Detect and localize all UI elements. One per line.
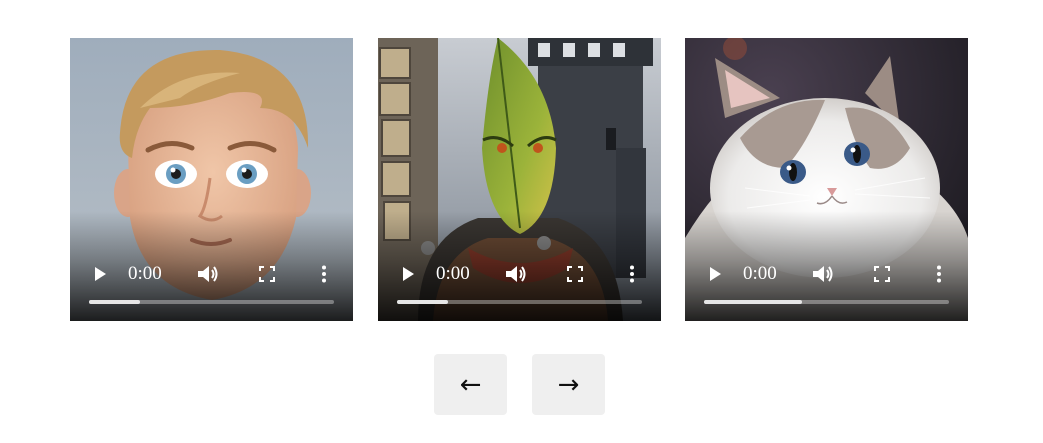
fullscreen-icon[interactable]	[874, 266, 890, 282]
play-icon[interactable]	[400, 266, 416, 282]
volume-icon[interactable]	[505, 264, 527, 284]
volume-icon[interactable]	[197, 264, 219, 284]
more-options-icon[interactable]	[320, 265, 328, 283]
video-controls: 0:00	[70, 211, 353, 321]
progress-fill	[89, 300, 141, 304]
video-time: 0:00	[743, 263, 777, 284]
fullscreen-icon[interactable]	[567, 266, 583, 282]
progress-fill	[397, 300, 449, 304]
prev-button[interactable]: ←	[434, 354, 507, 415]
video-player-3[interactable]: 0:00	[685, 38, 968, 321]
next-button[interactable]: →	[532, 354, 605, 415]
video-controls: 0:00	[685, 211, 968, 321]
progress-fill	[704, 300, 802, 304]
progress-bar[interactable]	[397, 300, 642, 304]
more-options-icon[interactable]	[628, 265, 636, 283]
video-gallery: 0:00 0:00 0:00 ← →	[0, 0, 1043, 443]
progress-bar[interactable]	[89, 300, 334, 304]
video-time: 0:00	[128, 263, 162, 284]
progress-bar[interactable]	[704, 300, 949, 304]
fullscreen-icon[interactable]	[259, 266, 275, 282]
volume-icon[interactable]	[812, 264, 834, 284]
play-icon[interactable]	[707, 266, 723, 282]
video-player-1[interactable]: 0:00	[70, 38, 353, 321]
more-options-icon[interactable]	[935, 265, 943, 283]
video-controls: 0:00	[378, 211, 661, 321]
video-time: 0:00	[436, 263, 470, 284]
video-player-2[interactable]: 0:00	[378, 38, 661, 321]
play-icon[interactable]	[92, 266, 108, 282]
